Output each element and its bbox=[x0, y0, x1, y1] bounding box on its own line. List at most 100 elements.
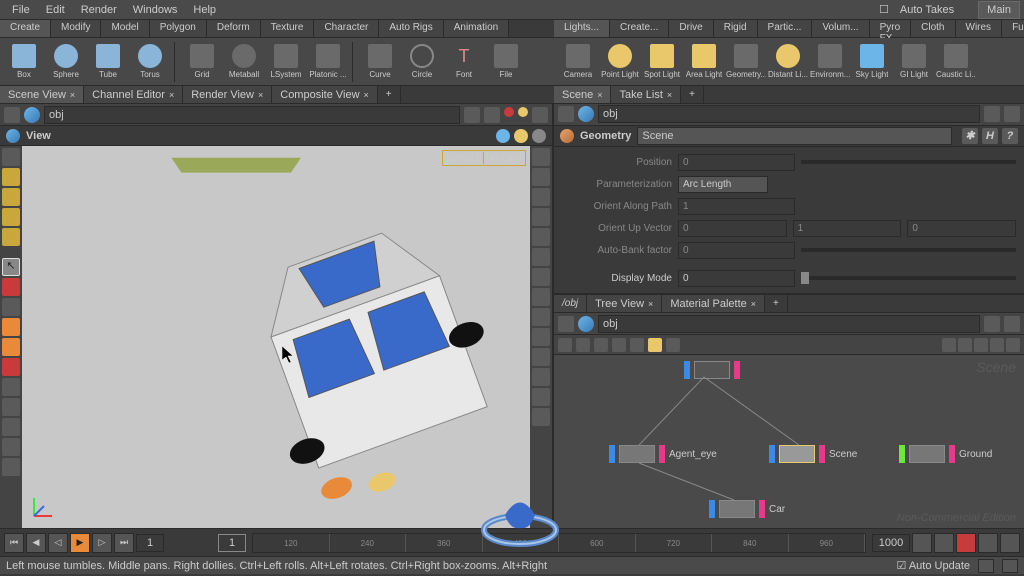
auto-update-check[interactable]: ☑ Auto Update bbox=[897, 559, 970, 572]
pane-tab-composite[interactable]: Composite View× bbox=[272, 86, 378, 103]
close-icon[interactable]: × bbox=[169, 90, 174, 100]
tl-opt1[interactable] bbox=[912, 533, 932, 553]
back-icon[interactable] bbox=[558, 106, 574, 122]
rtool-4[interactable] bbox=[532, 208, 550, 226]
shelf-box[interactable]: Box bbox=[4, 41, 44, 83]
pane-tab-add2[interactable]: + bbox=[681, 86, 704, 103]
tool-handle3[interactable] bbox=[2, 208, 20, 226]
back-icon[interactable] bbox=[4, 107, 20, 123]
rtool-5[interactable] bbox=[532, 228, 550, 246]
shelf-tab-pyrofx[interactable]: Pyro FX bbox=[870, 20, 912, 37]
tool-select[interactable] bbox=[2, 148, 20, 166]
tool-handle1[interactable] bbox=[2, 168, 20, 186]
link-icon[interactable] bbox=[484, 107, 500, 123]
shelf-spotlight[interactable]: Spot Light bbox=[642, 41, 682, 83]
network-view[interactable]: Scene Non-Commercial Edition Agent_eye S… bbox=[554, 355, 1024, 528]
close-icon[interactable]: × bbox=[667, 90, 672, 100]
shelf-tab-create[interactable]: Create bbox=[0, 20, 51, 37]
range-start[interactable] bbox=[218, 534, 246, 552]
tool-arrow[interactable]: ↖ bbox=[2, 258, 20, 276]
nt-r1[interactable] bbox=[942, 338, 956, 352]
tool-orange2[interactable] bbox=[2, 338, 20, 356]
tool-misc1[interactable] bbox=[2, 378, 20, 396]
shelf-tab-character[interactable]: Character bbox=[314, 20, 379, 37]
shelf-sphere[interactable]: Sphere bbox=[46, 41, 86, 83]
yellow-dot-icon[interactable] bbox=[518, 107, 528, 117]
rtool-14[interactable] bbox=[532, 408, 550, 426]
status-ic2[interactable] bbox=[1002, 559, 1018, 573]
shelf-tube[interactable]: Tube bbox=[88, 41, 128, 83]
expand-icon[interactable] bbox=[1004, 316, 1020, 332]
param-upvec-y[interactable]: 1 bbox=[793, 220, 902, 237]
shelf-camera[interactable]: Camera bbox=[558, 41, 598, 83]
tl-opt2[interactable] bbox=[934, 533, 954, 553]
node-ground[interactable]: Ground bbox=[899, 445, 992, 463]
nt-ic7[interactable] bbox=[666, 338, 680, 352]
nt-r5[interactable] bbox=[1006, 338, 1020, 352]
shelf-tab-lights[interactable]: Lights... bbox=[554, 20, 610, 37]
path-input[interactable] bbox=[44, 106, 460, 124]
net-path-input[interactable] bbox=[598, 315, 980, 333]
rtool-6[interactable] bbox=[532, 248, 550, 266]
status-ic1[interactable] bbox=[978, 559, 994, 573]
menu-windows[interactable]: Windows bbox=[125, 4, 186, 16]
net-tab-material[interactable]: Material Palette× bbox=[662, 295, 765, 312]
help-icon[interactable]: ? bbox=[1002, 128, 1018, 144]
h-icon[interactable]: H bbox=[982, 128, 998, 144]
nt-ic4[interactable] bbox=[612, 338, 626, 352]
menu-file[interactable]: File bbox=[4, 4, 38, 16]
shelf-curve[interactable]: Curve bbox=[360, 41, 400, 83]
takes-main-dropdown[interactable]: Main bbox=[978, 1, 1020, 19]
rtool-3[interactable] bbox=[532, 188, 550, 206]
play-prev[interactable]: ◀ bbox=[26, 533, 46, 553]
pane-tab-takelist[interactable]: Take List× bbox=[611, 86, 681, 103]
shelf-tab-wires[interactable]: Wires bbox=[956, 20, 1003, 37]
tool-misc4[interactable] bbox=[2, 438, 20, 456]
nt-r2[interactable] bbox=[958, 338, 972, 352]
nt-ic6[interactable] bbox=[648, 338, 662, 352]
node-top[interactable] bbox=[684, 361, 740, 379]
tool-red[interactable] bbox=[2, 278, 20, 296]
pane-tab-renderview[interactable]: Render View× bbox=[183, 86, 272, 103]
node-agent-eye[interactable]: Agent_eye bbox=[609, 445, 717, 463]
expand-icon[interactable] bbox=[1004, 106, 1020, 122]
play-stepfwd[interactable]: ▷ bbox=[92, 533, 112, 553]
param-displaymode[interactable]: 0 bbox=[678, 270, 795, 287]
camera-label[interactable]: persp1no cam bbox=[442, 150, 526, 166]
nt-ic2[interactable] bbox=[576, 338, 590, 352]
slider[interactable] bbox=[801, 160, 1016, 164]
path-input-right[interactable] bbox=[598, 105, 980, 123]
param-upvec-z[interactable]: 0 bbox=[907, 220, 1016, 237]
shelf-tab-autorigs[interactable]: Auto Rigs bbox=[379, 20, 443, 37]
shelf-tab-create2[interactable]: Create... bbox=[610, 20, 669, 37]
shelf-tab-modify[interactable]: Modify bbox=[51, 20, 101, 37]
gear-icon[interactable]: ✱ bbox=[962, 128, 978, 144]
snap-icon[interactable] bbox=[496, 129, 510, 143]
menu-edit[interactable]: Edit bbox=[38, 4, 73, 16]
viewport[interactable]: persp1no cam bbox=[22, 146, 530, 528]
tl-loop[interactable] bbox=[1000, 533, 1020, 553]
param-parameterization[interactable]: Arc Length bbox=[678, 176, 768, 193]
close-icon[interactable]: × bbox=[258, 90, 263, 100]
shelf-tab-texture[interactable]: Texture bbox=[261, 20, 315, 37]
pane-tab-channel[interactable]: Channel Editor× bbox=[84, 86, 183, 103]
shelf-metaball[interactable]: Metaball bbox=[224, 41, 264, 83]
close-icon[interactable]: × bbox=[597, 90, 602, 100]
param-upvec-x[interactable]: 0 bbox=[678, 220, 787, 237]
back-icon[interactable] bbox=[558, 316, 574, 332]
nt-r3[interactable] bbox=[974, 338, 988, 352]
pane-tab-sceneview[interactable]: Scene View× bbox=[0, 86, 84, 103]
shelf-grid[interactable]: Grid bbox=[182, 41, 222, 83]
rtool-9[interactable] bbox=[532, 308, 550, 326]
play-first[interactable]: ⏮ bbox=[4, 533, 24, 553]
expand-icon[interactable] bbox=[532, 107, 548, 123]
pane-tab-add[interactable]: + bbox=[378, 86, 401, 103]
rtool-11[interactable] bbox=[532, 348, 550, 366]
rtool-1[interactable] bbox=[532, 148, 550, 166]
shelf-tab-fur[interactable]: Fur bbox=[1002, 20, 1024, 37]
param-position[interactable]: 0 bbox=[678, 154, 795, 171]
shelf-geomlight[interactable]: Geometry... bbox=[726, 41, 766, 83]
nt-ic3[interactable] bbox=[594, 338, 608, 352]
shelf-arealight[interactable]: Area Light bbox=[684, 41, 724, 83]
tool-red2[interactable] bbox=[2, 358, 20, 376]
